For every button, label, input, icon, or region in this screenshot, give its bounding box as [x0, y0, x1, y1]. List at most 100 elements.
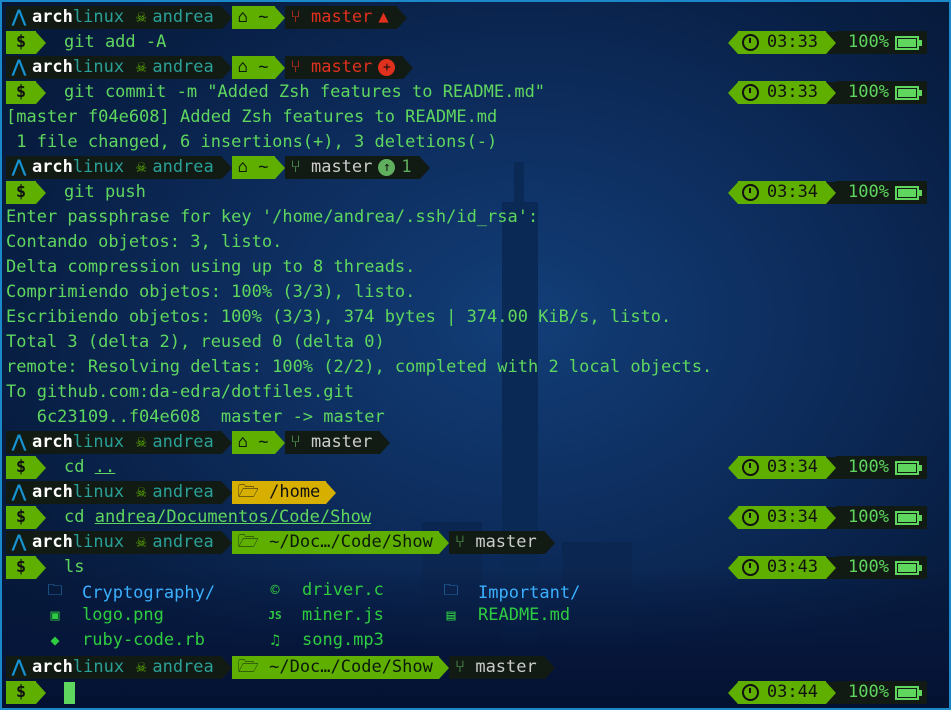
git-segment: ⑂ master ▲: [284, 6, 397, 29]
clock-icon: [741, 184, 759, 201]
output-line: Enter passphrase for key '/home/andrea/.…: [6, 207, 539, 227]
arch-linux-icon: ⋀: [12, 7, 26, 27]
staged-plus-icon: +: [378, 59, 396, 76]
battery-icon: [895, 510, 922, 525]
skull-icon: ☠: [136, 157, 147, 177]
battery-icon: [895, 35, 922, 50]
command-text: cd andrea/Documentos/Code/Show: [64, 507, 372, 527]
output-line: 1 file changed, 6 insertions(+), 3 delet…: [6, 132, 498, 152]
output-line: Comprimiendo objetos: 100% (3/3), listo.: [6, 282, 416, 302]
arch-linux-icon: ⋀: [12, 157, 26, 177]
command-line: $ git push 03:34 100%: [2, 180, 949, 205]
battery-icon: [895, 685, 922, 700]
command-line: $ ls 03:43 100%: [2, 555, 949, 580]
command-line: $ cd .. 03:34 100%: [2, 455, 949, 480]
folder-icon: 🗀: [443, 581, 459, 599]
command-text: cd ..: [64, 457, 116, 477]
clock-icon: [741, 684, 759, 701]
output-line: Delta compression using up to 8 threads.: [6, 257, 416, 277]
text-cursor[interactable]: [64, 681, 75, 704]
home-icon: ⌂: [237, 57, 249, 77]
prompt-line: ⋀ arch linux ☠ andrea 🗁 /home: [2, 480, 949, 505]
ls-item: ▣ logo.png: [46, 605, 163, 625]
battery-icon: [895, 185, 922, 200]
clock-icon: [741, 84, 759, 101]
folder-icon: 🗀: [47, 581, 63, 599]
prompt-line: ⋀ arch linux ☠ andrea ⌂ ~ ⑂ master ↑ 1: [2, 155, 949, 180]
music-icon: ♫: [270, 631, 280, 649]
ls-item: JS miner.js: [266, 605, 384, 625]
ruby-icon: ◆: [50, 631, 60, 649]
dollar-prompt: $: [6, 31, 36, 54]
folder-open-icon: 🗁: [237, 532, 259, 552]
home-icon: ⌂: [237, 432, 249, 452]
prompt-line: ⋀ arch linux ☠ andrea ⌂ ~ ⑂ master ▲: [2, 5, 949, 30]
command-text: git add -A: [64, 32, 167, 52]
skull-icon: ☠: [136, 657, 147, 677]
clock-icon: [741, 34, 759, 51]
command-text: ls: [64, 557, 85, 577]
folder-open-icon: 🗁: [237, 657, 259, 677]
battery-icon: [895, 460, 922, 475]
command-line: $ git add -A 03:33 100%: [2, 30, 949, 55]
git-branch-icon: ⑂: [290, 57, 301, 77]
skull-icon: ☠: [136, 532, 147, 552]
arch-linux-icon: ⋀: [12, 432, 26, 452]
dollar-prompt: $: [6, 81, 36, 104]
git-branch-icon: ⑂: [290, 7, 301, 27]
output-line: 6c23109..f04e608 master -> master: [6, 407, 385, 427]
battery-segment: 100%: [836, 31, 927, 54]
command-text: git push: [64, 182, 146, 202]
command-line-active[interactable]: $ 03:44 100%: [2, 680, 949, 705]
arch-linux-icon: ⋀: [12, 657, 26, 677]
ls-item: ◆ ruby-code.rb: [46, 630, 204, 650]
command-text: git commit -m "Added Zsh features to REA…: [64, 82, 546, 102]
user-segment: ☠ andrea: [130, 6, 222, 29]
arch-linux-icon: ⋀: [12, 57, 26, 77]
dollar-prompt: $: [6, 556, 36, 579]
ls-item: ▤ README.md: [442, 605, 570, 625]
clock-icon: [741, 459, 759, 476]
js-file-icon: JS: [268, 608, 282, 622]
arrow-up-icon: ↑: [378, 159, 396, 176]
git-branch-icon: ⑂: [290, 157, 301, 177]
command-line: $ cd andrea/Documentos/Code/Show 03:34 100…: [2, 505, 949, 530]
git-branch-icon: ⑂: [454, 657, 466, 677]
battery-icon: [895, 560, 922, 575]
skull-icon: ☠: [136, 7, 147, 27]
clock-icon: [741, 559, 759, 576]
output-line: [master f04e608] Added Zsh features to R…: [6, 107, 498, 127]
image-icon: ▣: [50, 606, 60, 624]
prompt-line: ⋀ arch linux ☠ andrea 🗁 ~/Doc…/Code/Show ⑂ …: [2, 655, 949, 680]
git-branch-icon: ⑂: [454, 532, 466, 552]
c-file-icon: ©: [270, 581, 280, 599]
command-line: $ git commit -m "Added Zsh features to RE…: [2, 80, 949, 105]
output-line: remote: Resolving deltas: 100% (2/2), co…: [6, 357, 713, 377]
terminal-window[interactable]: ⋀ arch linux ☠ andrea ⌂ ~ ⑂ master ▲ $ git ad…: [0, 0, 951, 710]
skull-icon: ☠: [136, 432, 147, 452]
arch-linux-icon: ⋀: [12, 532, 26, 552]
prompt-line: ⋀ arch linux ☠ andrea ⌂ ~ ⑂ master +: [2, 55, 949, 80]
os-segment: ⋀ arch linux: [6, 6, 131, 29]
home-icon: ⌂: [237, 157, 249, 177]
prompt-line: ⋀ arch linux ☠ andrea 🗁 ~/Doc…/Code/Show ⑂ …: [2, 530, 949, 555]
clock-icon: [741, 509, 759, 526]
markdown-icon: ▤: [446, 606, 456, 624]
output-line: Escribiendo objetos: 100% (3/3), 374 byt…: [6, 307, 672, 327]
output-line: Contando objetos: 3, listo.: [6, 232, 283, 252]
home-icon: ⌂: [237, 7, 249, 27]
ls-item: 🗀 Cryptography/: [46, 580, 215, 605]
folder-open-icon: 🗁: [237, 482, 259, 502]
ls-item: 🗀 Important/: [442, 580, 580, 605]
warning-icon: ▲: [378, 7, 389, 27]
ls-item: ♫ song.mp3: [266, 630, 383, 650]
output-line: Total 3 (delta 2), reused 0 (delta 0): [6, 332, 385, 352]
output-line: To github.com:da-edra/dotfiles.git: [6, 382, 354, 402]
battery-icon: [895, 85, 922, 100]
dollar-prompt: $: [6, 181, 36, 204]
arch-linux-icon: ⋀: [12, 482, 26, 502]
dollar-prompt: $: [6, 456, 36, 479]
dollar-prompt: $: [6, 681, 36, 704]
time-segment: 03:33: [737, 31, 827, 54]
dir-segment: ⌂ ~: [231, 6, 275, 29]
